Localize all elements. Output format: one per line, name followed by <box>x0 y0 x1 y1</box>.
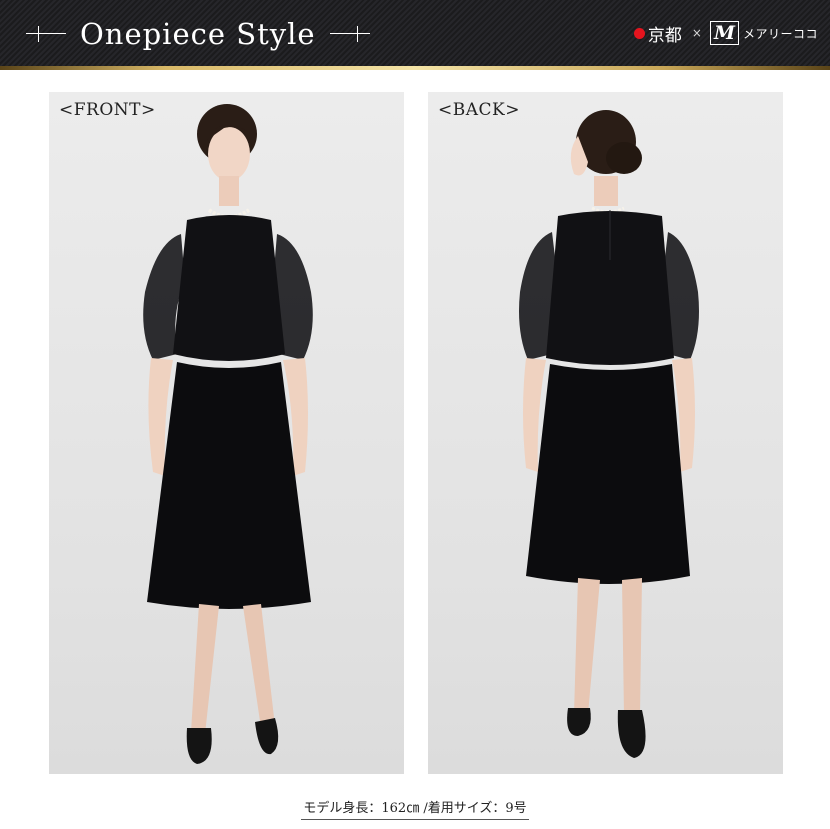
brand-logo: 京都 × M メアリーココ <box>633 18 818 48</box>
gold-divider <box>0 66 830 70</box>
header-banner: Onepiece Style 京都 × M メアリーココ <box>0 0 830 66</box>
front-photo: <FRONT> <box>49 92 404 774</box>
brand-name: メアリーココ <box>742 26 818 41</box>
back-label: <BACK> <box>438 100 520 120</box>
title-ornament-right <box>329 24 370 44</box>
brand-m-logo-icon: M <box>709 21 739 45</box>
back-photo: <BACK> <box>428 92 783 774</box>
model-info-text: モデル身長：162㎝ /着用サイズ：9号 <box>301 801 529 820</box>
back-model-illustration <box>519 110 699 758</box>
front-label: <FRONT> <box>59 100 156 120</box>
model-info-caption: モデル身長：162㎝ /着用サイズ：9号 <box>0 797 830 820</box>
front-model-illustration <box>143 104 313 764</box>
brand-separator: × <box>691 26 702 40</box>
title-ornament-left <box>26 24 66 44</box>
page-title: Onepiece Style <box>80 17 316 51</box>
brand-city: 京都 <box>647 25 682 46</box>
red-dot-icon <box>633 27 645 39</box>
title-group: Onepiece Style <box>26 12 370 56</box>
